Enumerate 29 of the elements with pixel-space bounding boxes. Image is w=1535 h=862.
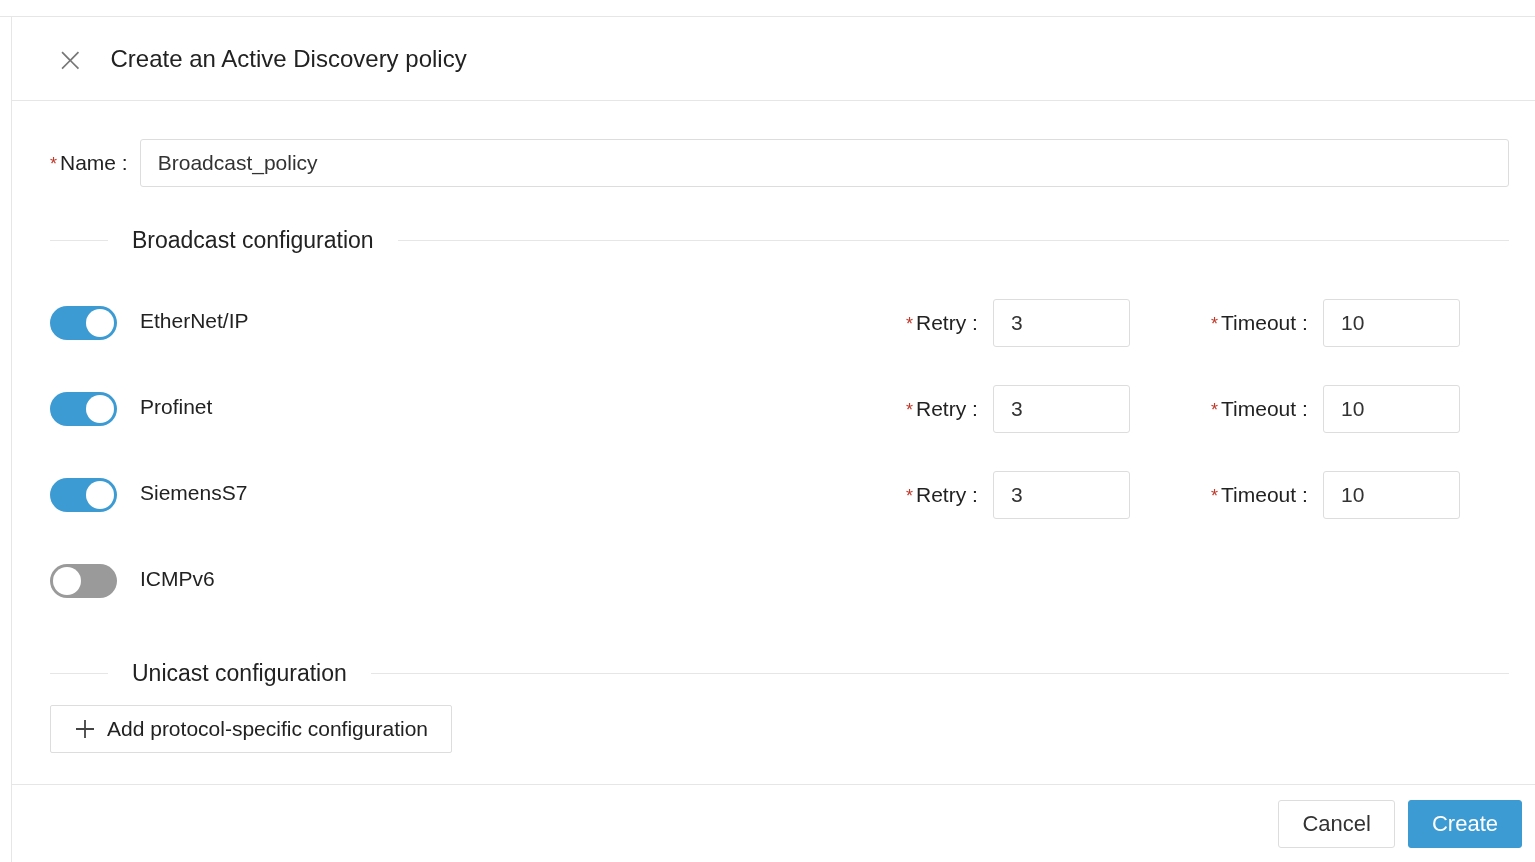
toggle-switch[interactable] bbox=[50, 392, 117, 426]
dialog-title: Create an Active Discovery policy bbox=[110, 44, 467, 73]
protocol-label: EtherNet/IP bbox=[140, 309, 250, 333]
close-button[interactable]: × bbox=[56, 41, 85, 76]
field-label: *Timeout : bbox=[1211, 311, 1308, 335]
field-label: *Retry : bbox=[906, 397, 978, 421]
protocol-label: ICMPv6 bbox=[140, 567, 216, 591]
name-label: *Name : bbox=[50, 151, 128, 175]
name-input[interactable]: Broadcast_policy bbox=[139, 139, 1509, 187]
field-label: *Retry : bbox=[906, 311, 978, 335]
toggle-switch[interactable] bbox=[50, 306, 117, 340]
field-label: *Retry : bbox=[906, 483, 978, 507]
section-heading: Unicast configuration bbox=[131, 660, 348, 687]
retry-input[interactable]: 3 bbox=[993, 385, 1130, 433]
retry-input[interactable]: 3 bbox=[993, 299, 1130, 347]
toggle-switch[interactable] bbox=[50, 478, 117, 512]
field-label: *Timeout : bbox=[1211, 483, 1308, 507]
timeout-input[interactable]: 10 bbox=[1323, 299, 1460, 347]
timeout-input[interactable]: 10 bbox=[1323, 385, 1460, 433]
field-label: *Timeout : bbox=[1211, 397, 1308, 421]
protocol-label: Profinet bbox=[140, 395, 214, 419]
plus-icon bbox=[75, 719, 95, 739]
toggle-switch[interactable] bbox=[50, 564, 117, 598]
retry-input[interactable]: 3 bbox=[993, 471, 1130, 519]
protocol-label: SiemensS7 bbox=[140, 481, 249, 505]
timeout-input[interactable]: 10 bbox=[1323, 471, 1460, 519]
cancel-button[interactable]: Cancel bbox=[1278, 799, 1395, 848]
add-configuration-button[interactable]: Add protocol-specific configuration bbox=[50, 705, 452, 753]
section-heading: Broadcast configuration bbox=[131, 227, 375, 254]
